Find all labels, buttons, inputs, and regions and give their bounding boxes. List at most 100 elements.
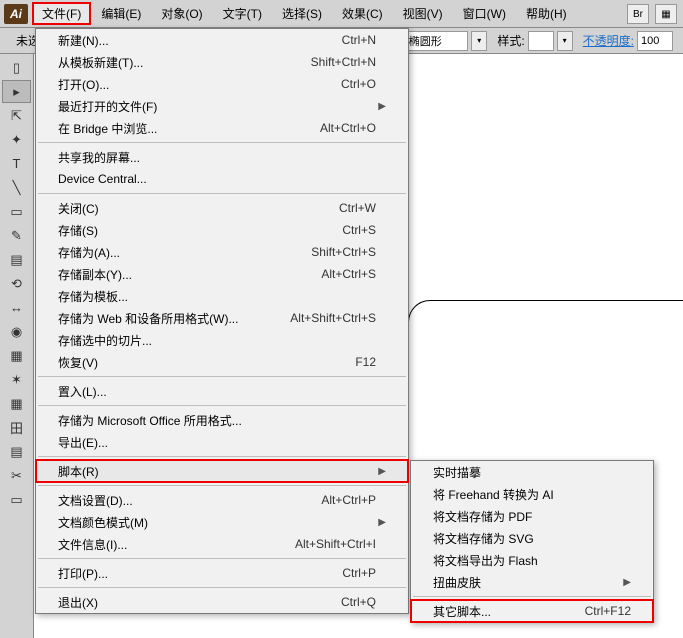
tool-7[interactable]: ✎: [2, 224, 31, 247]
file-menu-item[interactable]: 共享我的屏幕...: [36, 146, 408, 168]
file-menu-item[interactable]: 从模板新建(T)...Shift+Ctrl+N: [36, 51, 408, 73]
submenu-arrow-icon: ▶: [376, 466, 386, 477]
file-menu-item[interactable]: 存储副本(Y)...Alt+Ctrl+S: [36, 263, 408, 285]
script-menu-item[interactable]: 扭曲皮肤▶: [411, 571, 653, 593]
file-menu-item[interactable]: 关闭(C)Ctrl+W: [36, 197, 408, 219]
tool-5[interactable]: ╲: [2, 176, 31, 199]
file-menu-item[interactable]: 退出(X)Ctrl+Q: [36, 591, 408, 613]
tool-4[interactable]: T: [2, 152, 31, 175]
tool-13[interactable]: ✶: [2, 368, 31, 391]
file-menu-item[interactable]: 在 Bridge 中浏览...Alt+Ctrl+O: [36, 117, 408, 139]
menu-6[interactable]: 视图(V): [393, 2, 453, 25]
menu-item-label: 扭曲皮肤: [433, 574, 621, 591]
style-input[interactable]: [528, 31, 554, 51]
script-submenu: 实时描摹将 Freehand 转换为 AI 将文档存储为 PDF 将文档存储为 SV…: [410, 460, 654, 623]
menu-separator: [38, 456, 406, 457]
script-other-item[interactable]: 其它脚本...Ctrl+F12: [411, 600, 653, 622]
file-menu-item[interactable]: Device Central...: [36, 168, 408, 190]
menu-4[interactable]: 选择(S): [272, 2, 332, 25]
menu-item-label: 脚本(R): [58, 463, 376, 480]
menu-8[interactable]: 帮助(H): [516, 2, 577, 25]
tool-15[interactable]: 田: [2, 416, 31, 439]
script-menu-item[interactable]: 将 Freehand 转换为 AI: [411, 483, 653, 505]
tool-10[interactable]: ↔: [2, 296, 31, 319]
tool-16[interactable]: ▤: [2, 440, 31, 463]
menu-item-label: Device Central...: [58, 172, 376, 186]
menu-item-label: 存储副本(Y)...: [58, 266, 321, 283]
tool-8[interactable]: ▤: [2, 248, 31, 271]
menu-separator: [38, 142, 406, 143]
menu-2[interactable]: 对象(O): [151, 2, 212, 25]
file-menu-item[interactable]: 存储为 Web 和设备所用格式(W)...Alt+Shift+Ctrl+S: [36, 307, 408, 329]
submenu-arrow-icon: ▶: [376, 101, 386, 112]
tool-9[interactable]: ⟲: [2, 272, 31, 295]
tool-18[interactable]: ▭: [2, 488, 31, 511]
tool-17[interactable]: ✂: [2, 464, 31, 487]
menu-item-label: 共享我的屏幕...: [58, 149, 376, 166]
tool-6[interactable]: ▭: [2, 200, 31, 223]
opacity-input[interactable]: 100: [637, 31, 673, 51]
menu-item-label: 文档颜色模式(M): [58, 514, 376, 531]
menu-item-label: 新建(N)...: [58, 32, 342, 49]
menu-item-label: 恢复(V): [58, 354, 355, 371]
menu-item-label: 实时描摹: [433, 464, 621, 481]
style-dropdown[interactable]: ▾: [557, 31, 573, 51]
script-menu-item[interactable]: 将文档存储为 PDF: [411, 505, 653, 527]
tool-11[interactable]: ◉: [2, 320, 31, 343]
file-menu-item[interactable]: 置入(L)...: [36, 380, 408, 402]
script-menu-item[interactable]: 实时描摹: [411, 461, 653, 483]
script-menu-item[interactable]: 将文档存储为 SVG: [411, 527, 653, 549]
menu-item-label: 文件信息(I)...: [58, 536, 295, 553]
menu-item-label: 将文档存储为 SVG: [433, 530, 621, 547]
menu-item-shortcut: Alt+Shift+Ctrl+S: [290, 311, 376, 325]
file-menu-item[interactable]: 存储(S)Ctrl+S: [36, 219, 408, 241]
file-menu-item[interactable]: 文档颜色模式(M)▶: [36, 511, 408, 533]
menu-item-shortcut: Alt+Shift+Ctrl+I: [295, 537, 376, 551]
menu-0[interactable]: 文件(F): [32, 2, 91, 25]
menu-item-label: 打开(O)...: [58, 76, 341, 93]
menu-item-label: 关闭(C): [58, 200, 339, 217]
arrange-button[interactable]: ▦: [655, 4, 677, 24]
menu-separator: [413, 596, 651, 597]
menu-item-shortcut: Shift+Ctrl+S: [311, 245, 376, 259]
menu-3[interactable]: 文字(T): [213, 2, 272, 25]
file-menu-item[interactable]: 打开(O)...Ctrl+O: [36, 73, 408, 95]
script-menu-item[interactable]: 将文档导出为 Flash: [411, 549, 653, 571]
file-menu-item[interactable]: 恢复(V)F12: [36, 351, 408, 373]
menu-item-label: 存储(S): [58, 222, 342, 239]
tool-14[interactable]: ▦: [2, 392, 31, 415]
menu-item-label: 从模板新建(T)...: [58, 54, 311, 71]
tool-12[interactable]: ▦: [2, 344, 31, 367]
file-menu-item[interactable]: 文件信息(I)...Alt+Shift+Ctrl+I: [36, 533, 408, 555]
file-menu-item[interactable]: 文档设置(D)...Alt+Ctrl+P: [36, 489, 408, 511]
menu-7[interactable]: 窗口(W): [453, 2, 516, 25]
file-menu-item[interactable]: 新建(N)...Ctrl+N: [36, 29, 408, 51]
app-logo: Ai: [4, 4, 28, 24]
file-menu-item[interactable]: 最近打开的文件(F)▶: [36, 95, 408, 117]
menu-item-label: 在 Bridge 中浏览...: [58, 120, 320, 137]
style-field: 样式: ▾: [497, 31, 572, 51]
tool-1[interactable]: ▸: [2, 80, 31, 103]
file-menu-item[interactable]: 导出(E)...: [36, 431, 408, 453]
stroke-dropdown[interactable]: ▾: [471, 31, 487, 51]
menu-5[interactable]: 效果(C): [332, 2, 393, 25]
menu-item-label: 存储选中的切片...: [58, 332, 376, 349]
menu-item-shortcut: Ctrl+W: [339, 201, 376, 215]
opacity-label[interactable]: 不透明度:: [583, 32, 634, 49]
menu-item-label: 存储为(A)...: [58, 244, 311, 261]
file-menu-item[interactable]: 脚本(R)▶: [36, 460, 408, 482]
menu-1[interactable]: 编辑(E): [91, 2, 151, 25]
file-menu-item[interactable]: 打印(P)...Ctrl+P: [36, 562, 408, 584]
file-menu-item[interactable]: 存储为模板...: [36, 285, 408, 307]
file-menu-item[interactable]: 存储为 Microsoft Office 所用格式...: [36, 409, 408, 431]
tool-palette: ▯▸⇱✦T╲▭✎▤⟲↔◉▦✶▦田▤✂▭: [0, 54, 34, 638]
tool-2[interactable]: ⇱: [2, 104, 31, 127]
bridge-button[interactable]: Br: [627, 4, 649, 24]
file-menu-item[interactable]: 存储为(A)...Shift+Ctrl+S: [36, 241, 408, 263]
file-menu-item[interactable]: 存储选中的切片...: [36, 329, 408, 351]
tool-0[interactable]: ▯: [2, 56, 31, 79]
tool-3[interactable]: ✦: [2, 128, 31, 151]
menu-item-label: 置入(L)...: [58, 383, 376, 400]
menu-item-label: 将 Freehand 转换为 AI: [433, 486, 621, 503]
menu-item-label: 最近打开的文件(F): [58, 98, 376, 115]
